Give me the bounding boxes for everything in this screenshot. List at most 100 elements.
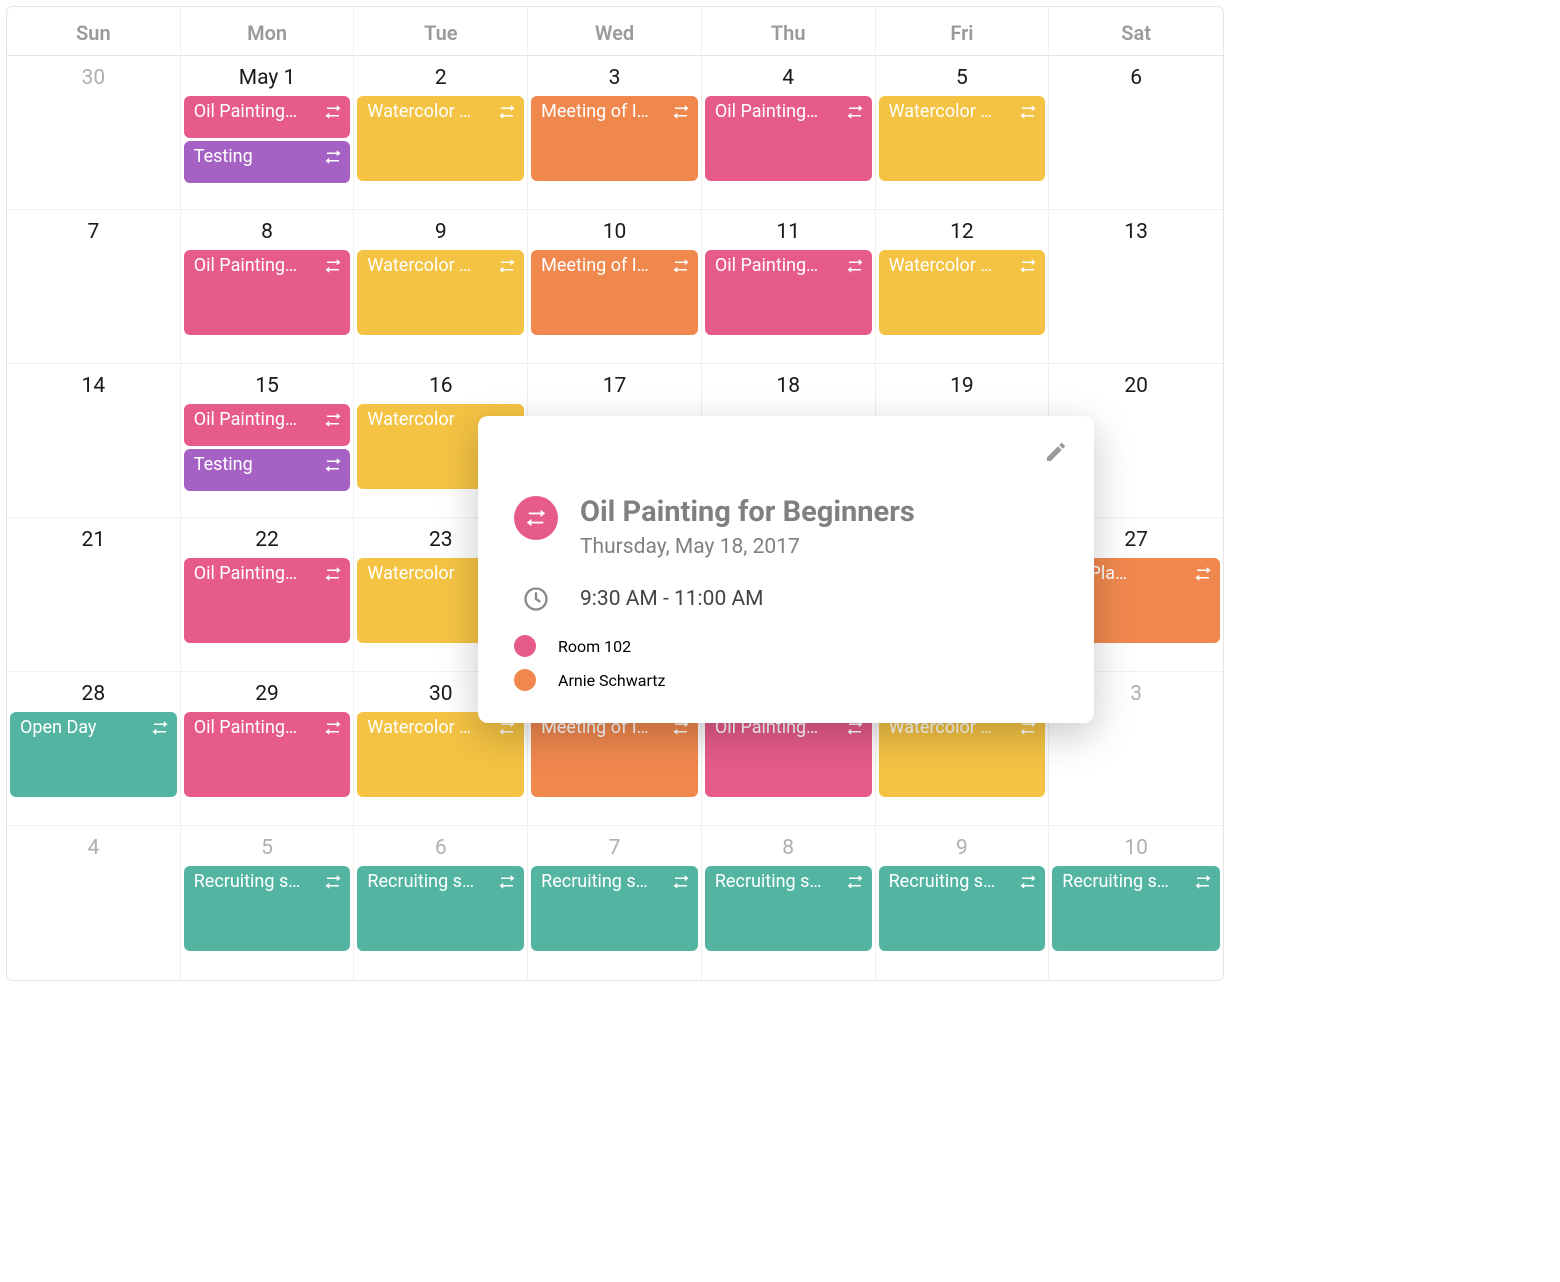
day-cell[interactable]: 30 xyxy=(7,56,181,210)
recurring-icon xyxy=(498,257,516,275)
weekday-header: Mon xyxy=(181,7,355,56)
recurring-icon xyxy=(672,257,690,275)
calendar-event[interactable]: Watercolor … xyxy=(357,712,524,797)
event-label: Oil Painting… xyxy=(194,101,319,122)
event-label: Open Day xyxy=(20,717,145,738)
day-cell[interactable]: May 1Oil Painting…Testing xyxy=(181,56,355,210)
day-number: 9 xyxy=(876,826,1049,866)
calendar-event[interactable]: Recruiting s… xyxy=(705,866,872,951)
day-cell[interactable]: 7 xyxy=(7,210,181,364)
weekday-header-row: SunMonTueWedThuFriSat xyxy=(7,7,1223,56)
recurring-icon xyxy=(525,507,547,529)
day-cell[interactable]: 12Watercolor … xyxy=(876,210,1050,364)
edit-button[interactable] xyxy=(1044,440,1068,464)
calendar-event[interactable]: Meeting of I… xyxy=(531,712,698,797)
event-label: Oil Painting… xyxy=(194,717,319,738)
day-number: 16 xyxy=(354,364,527,404)
event-room: Room 102 xyxy=(558,637,631,656)
day-cell[interactable]: 4 xyxy=(7,826,181,980)
day-cell[interactable]: 29Oil Painting… xyxy=(181,672,355,826)
calendar-event[interactable]: Oil Painting… xyxy=(705,96,872,181)
day-cell[interactable]: 5Recruiting s… xyxy=(181,826,355,980)
event-label: Watercolor … xyxy=(367,101,492,122)
day-number: 4 xyxy=(7,826,180,866)
calendar-event[interactable]: Oil Painting… xyxy=(705,250,872,335)
day-cell[interactable]: 9Watercolor … xyxy=(354,210,528,364)
calendar-event[interactable]: Meeting of I… xyxy=(531,250,698,335)
recurring-icon xyxy=(324,411,342,429)
calendar-event[interactable]: Oil Painting… xyxy=(705,712,872,797)
pencil-icon xyxy=(1044,440,1068,464)
day-cell[interactable]: 7Recruiting s… xyxy=(528,826,702,980)
day-cell[interactable]: 28 Open Day xyxy=(7,672,181,826)
calendar-event[interactable]: Watercolor … xyxy=(357,96,524,181)
recurring-icon xyxy=(498,103,516,121)
day-cell[interactable]: 9Recruiting s… xyxy=(876,826,1050,980)
day-number: 10 xyxy=(528,210,701,250)
calendar-event[interactable]: Watercolor … xyxy=(879,96,1046,181)
day-cell[interactable]: 10Recruiting s… xyxy=(1049,826,1223,980)
recurring-icon xyxy=(324,456,342,474)
day-cell[interactable]: 6Recruiting s… xyxy=(354,826,528,980)
event-label: Recruiting s… xyxy=(541,871,666,892)
day-number: 18 xyxy=(702,364,875,404)
recurring-icon xyxy=(1194,565,1212,583)
calendar-event[interactable]: Recruiting s… xyxy=(1052,866,1220,951)
event-label: Oil Painting… xyxy=(194,255,319,276)
day-cell[interactable]: 8Oil Painting… xyxy=(181,210,355,364)
day-number: 14 xyxy=(7,364,180,404)
day-number: 28 xyxy=(7,672,180,712)
day-cell[interactable]: 14 xyxy=(7,364,181,518)
day-cell[interactable]: 8Recruiting s… xyxy=(702,826,876,980)
day-cell[interactable]: 5Watercolor … xyxy=(876,56,1050,210)
day-cell[interactable]: 11Oil Painting… xyxy=(702,210,876,364)
event-label: Recruiting s… xyxy=(367,871,492,892)
calendar-event[interactable]: Testing xyxy=(184,449,351,491)
day-number: 2 xyxy=(354,56,527,96)
day-number: 19 xyxy=(876,364,1049,404)
event-teacher: Arnie Schwartz xyxy=(558,671,665,690)
event-label: Watercolor … xyxy=(367,255,492,276)
calendar-event[interactable]: Watercolor … xyxy=(879,250,1046,335)
calendar-event[interactable]: Recruiting s… xyxy=(531,866,698,951)
day-number: 22 xyxy=(181,518,354,558)
calendar-event[interactable]: Oil Painting… xyxy=(184,96,351,138)
recurring-icon xyxy=(1019,103,1037,121)
calendar-event[interactable]: Meeting of I… xyxy=(531,96,698,181)
day-number: 17 xyxy=(528,364,701,404)
day-cell[interactable]: 22Oil Painting… xyxy=(181,518,355,672)
recurring-icon xyxy=(324,103,342,121)
calendar-event[interactable]: Watercolor … xyxy=(879,712,1046,797)
calendar-event[interactable]: Testing xyxy=(184,141,351,183)
event-title: Oil Painting for Beginners xyxy=(580,496,915,529)
day-number: 15 xyxy=(181,364,354,404)
day-cell[interactable]: 2 Watercolor … xyxy=(354,56,528,210)
calendar-event[interactable]: Oil Painting… xyxy=(184,404,351,446)
event-label: Oil Painting… xyxy=(194,409,319,430)
calendar-event[interactable]: Recruiting s… xyxy=(184,866,351,951)
day-cell[interactable]: 10Meeting of I… xyxy=(528,210,702,364)
teacher-color-dot xyxy=(514,669,536,691)
day-cell[interactable]: 6 xyxy=(1049,56,1223,210)
recurring-icon xyxy=(324,719,342,737)
calendar-event[interactable]: Open Day xyxy=(10,712,177,797)
recurring-icon xyxy=(1194,873,1212,891)
recurring-icon xyxy=(1019,257,1037,275)
day-cell[interactable]: 3Meeting of I… xyxy=(528,56,702,210)
clock-icon xyxy=(514,585,558,613)
day-cell[interactable]: 15 Oil Painting… Testing xyxy=(181,364,355,518)
recurring-icon xyxy=(672,873,690,891)
day-cell[interactable]: 4Oil Painting… xyxy=(702,56,876,210)
calendar-event[interactable]: Oil Painting… xyxy=(184,558,351,643)
calendar-event[interactable]: Recruiting s… xyxy=(357,866,524,951)
recurring-icon xyxy=(498,873,516,891)
calendar-event[interactable]: Watercolor … xyxy=(357,250,524,335)
day-cell[interactable]: 21 xyxy=(7,518,181,672)
day-number: 12 xyxy=(876,210,1049,250)
day-number: 10 xyxy=(1049,826,1223,866)
calendar-event[interactable]: Recruiting s… xyxy=(879,866,1046,951)
calendar-event[interactable]: Oil Painting… xyxy=(184,712,351,797)
day-cell[interactable]: 13 xyxy=(1049,210,1223,364)
calendar-event[interactable]: Oil Painting… xyxy=(184,250,351,335)
event-color-badge xyxy=(514,496,558,540)
